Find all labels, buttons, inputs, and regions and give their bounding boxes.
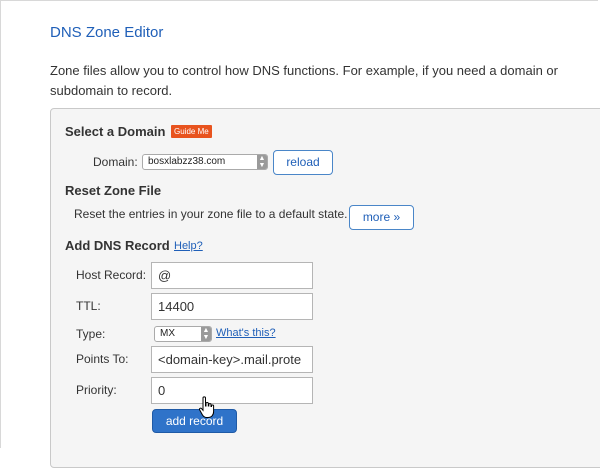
reload-button[interactable]: reload xyxy=(273,150,333,175)
priority-label: Priority: xyxy=(76,383,117,397)
ttl-label: TTL: xyxy=(76,299,101,313)
intro-text: Zone files allow you to control how DNS … xyxy=(50,63,558,98)
domain-select[interactable]: bosxlabzz38.com ▲ ▼ xyxy=(142,154,268,170)
host-record-field[interactable]: @ xyxy=(151,262,313,289)
help-link[interactable]: Help? xyxy=(174,240,203,252)
hand-pointer-icon xyxy=(198,396,215,418)
type-select-value: MX xyxy=(160,328,175,339)
reset-zone-description: Reset the entries in your zone file to a… xyxy=(74,207,348,221)
updown-arrows-icon: ▲ ▼ xyxy=(257,155,267,169)
more-button[interactable]: more » xyxy=(349,205,414,230)
ttl-field[interactable]: 14400 xyxy=(151,293,313,320)
guide-me-badge[interactable]: Guide Me xyxy=(171,125,212,138)
whats-this-link[interactable]: What's this? xyxy=(216,327,276,339)
domain-select-value: bosxlabzz38.com xyxy=(148,156,226,167)
help-link-text[interactable]: Help? xyxy=(174,240,203,252)
select-domain-heading: Select a Domain xyxy=(65,124,166,139)
points-to-field[interactable]: <domain-key>.mail.prote xyxy=(151,346,313,373)
type-label: Type: xyxy=(76,327,106,341)
domain-label: Domain: xyxy=(93,155,138,169)
host-record-label: Host Record: xyxy=(76,268,147,282)
reset-zone-heading: Reset Zone File xyxy=(65,183,162,198)
type-select[interactable]: MX ▲ ▼ xyxy=(154,326,212,342)
whats-this-link-text[interactable]: What's this? xyxy=(216,327,276,339)
priority-field[interactable]: 0 xyxy=(151,377,313,404)
page-title: DNS Zone Editor xyxy=(50,24,164,41)
updown-arrows-icon: ▲ ▼ xyxy=(201,327,211,341)
points-to-label: Points To: xyxy=(76,352,129,366)
add-record-button[interactable]: add record xyxy=(152,409,237,433)
add-record-heading: Add DNS Record xyxy=(65,238,170,253)
